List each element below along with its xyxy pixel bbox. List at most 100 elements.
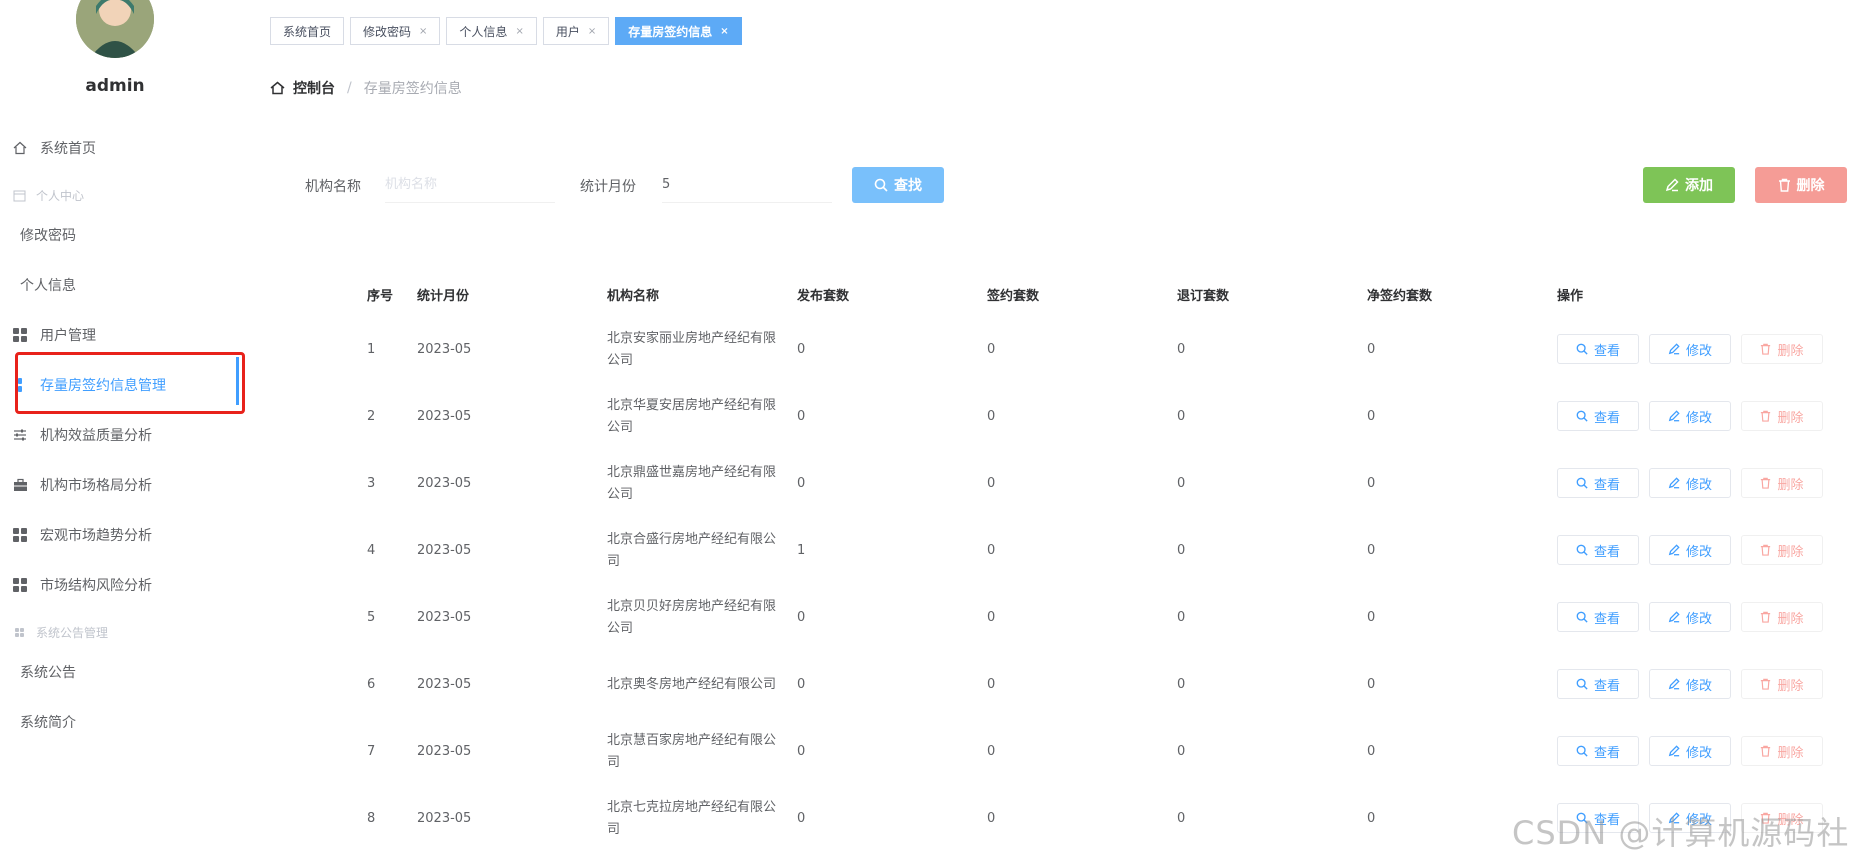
cell-cancelled: 0: [1177, 476, 1186, 491]
cell-month: 2023-05: [417, 811, 472, 826]
sidebar-item-label: 系统简介: [20, 715, 76, 731]
edit-button[interactable]: 修改: [1649, 468, 1731, 498]
edit-button[interactable]: 修改: [1649, 736, 1731, 766]
sidebar-item-efficiency-analysis[interactable]: 机构效益质量分析: [12, 415, 152, 455]
view-button[interactable]: 查看: [1557, 401, 1639, 431]
cell-published: 0: [797, 677, 806, 692]
add-button[interactable]: 添加: [1643, 167, 1735, 203]
sidebar-item-label: 修改密码: [20, 228, 76, 244]
delete-button[interactable]: 删除: [1741, 401, 1823, 431]
cell-org: 北京安家丽业房地产经纪有限公司: [607, 330, 777, 368]
edit-button[interactable]: 修改: [1649, 669, 1731, 699]
tab-profile[interactable]: 个人信息 ×: [446, 17, 537, 45]
delete-button[interactable]: 删除: [1741, 334, 1823, 364]
delete-button-label: 删除: [1777, 477, 1804, 493]
cell-no: 7: [367, 744, 376, 759]
grid-icon: [12, 327, 28, 343]
table-row: 5 2023-05 北京贝贝好房房地产经纪有限公司 0 0 0 0 查看 修改 删除: [355, 584, 1835, 651]
tab-bar: 系统首页 修改密码 × 个人信息 × 用户 × 存量房签约信息 ×: [270, 17, 742, 45]
delete-button[interactable]: 删除: [1741, 535, 1823, 565]
sidebar-item-market-pattern[interactable]: 机构市场格局分析: [12, 465, 152, 505]
edit-icon: [1668, 410, 1680, 422]
sidebar: admin 系统首页 个人中心 修改密码 个人信息 用户管理 存量房签约信息管理…: [0, 0, 250, 862]
view-button[interactable]: 查看: [1557, 736, 1639, 766]
cell-published: 0: [797, 476, 806, 491]
batch-delete-button[interactable]: 删除: [1755, 167, 1847, 203]
edit-button[interactable]: 修改: [1649, 602, 1731, 632]
tab-contract-info[interactable]: 存量房签约信息 ×: [615, 17, 742, 45]
tab-change-password[interactable]: 修改密码 ×: [350, 17, 441, 45]
edit-button[interactable]: 修改: [1649, 334, 1731, 364]
find-button[interactable]: 查找: [852, 167, 944, 203]
breadcrumb-root[interactable]: 控制台: [293, 78, 335, 98]
org-name-input[interactable]: [385, 167, 555, 203]
column-header: 操作: [1557, 288, 1584, 304]
sidebar-item-macro-trend[interactable]: 宏观市场趋势分析: [12, 515, 152, 555]
cell-published: 1: [797, 543, 806, 558]
cell-published: 0: [797, 811, 806, 826]
watermark: CSDN @计算机源码社: [1512, 814, 1850, 852]
table-row: 1 2023-05 北京安家丽业房地产经纪有限公司 0 0 0 0 查看 修改 删除: [355, 316, 1835, 383]
home-icon[interactable]: [270, 81, 285, 95]
view-button[interactable]: 查看: [1557, 669, 1639, 699]
tab-home[interactable]: 系统首页: [270, 17, 345, 45]
sidebar-group-announcement[interactable]: 系统公告管理: [12, 620, 108, 644]
sidebar-item-about[interactable]: 系统简介: [20, 702, 76, 742]
sliders-icon: [12, 427, 28, 443]
search-icon: [1576, 745, 1588, 757]
avatar[interactable]: [76, 0, 154, 58]
view-button[interactable]: 查看: [1557, 602, 1639, 632]
cell-signed: 0: [987, 677, 996, 692]
cell-month: 2023-05: [417, 610, 472, 625]
table-row: 4 2023-05 北京合盛行房地产经纪有限公司 1 0 0 0 查看 修改 删除: [355, 517, 1835, 584]
month-label: 统计月份: [580, 179, 636, 195]
month-input[interactable]: [662, 167, 832, 203]
view-button-label: 查看: [1593, 544, 1620, 560]
close-icon[interactable]: ×: [720, 26, 728, 37]
cell-signed: 0: [987, 744, 996, 759]
sidebar-item-label: 机构市场格局分析: [40, 478, 152, 494]
trash-icon: [1760, 343, 1771, 355]
cell-net: 0: [1367, 543, 1376, 558]
edit-button[interactable]: 修改: [1649, 535, 1731, 565]
delete-button[interactable]: 删除: [1741, 602, 1823, 632]
edit-icon: [1668, 343, 1680, 355]
find-button-label: 查找: [894, 178, 922, 194]
edit-button-label: 修改: [1685, 544, 1712, 560]
cell-signed: 0: [987, 409, 996, 424]
sidebar-item-label: 系统首页: [40, 141, 96, 157]
view-button[interactable]: 查看: [1557, 334, 1639, 364]
close-icon[interactable]: ×: [515, 26, 523, 37]
sidebar-group-personal[interactable]: 个人中心: [12, 183, 84, 207]
column-header: 发布套数: [797, 288, 850, 304]
cell-org: 北京鼎盛世嘉房地产经纪有限公司: [607, 464, 777, 502]
cell-no: 3: [367, 476, 376, 491]
trash-icon: [1760, 678, 1771, 690]
sidebar-item-home[interactable]: 系统首页: [12, 128, 96, 168]
column-header: 签约套数: [987, 288, 1040, 304]
trash-icon: [1760, 611, 1771, 623]
close-icon[interactable]: ×: [419, 26, 427, 37]
table-row: 7 2023-05 北京慧百家房地产经纪有限公司 0 0 0 0 查看 修改 删除: [355, 718, 1835, 785]
view-button-label: 查看: [1593, 410, 1620, 426]
view-button-label: 查看: [1593, 745, 1620, 761]
username: admin: [85, 76, 145, 96]
delete-button[interactable]: 删除: [1741, 468, 1823, 498]
edit-button[interactable]: 修改: [1649, 401, 1731, 431]
column-header: 统计月份: [417, 288, 470, 304]
batch-delete-button-label: 删除: [1796, 178, 1825, 194]
cell-published: 0: [797, 610, 806, 625]
trash-icon: [1778, 178, 1791, 192]
view-button[interactable]: 查看: [1557, 468, 1639, 498]
sidebar-item-structure-risk[interactable]: 市场结构风险分析: [12, 565, 152, 605]
sidebar-item-user-management[interactable]: 用户管理: [12, 315, 96, 355]
delete-button[interactable]: 删除: [1741, 669, 1823, 699]
close-icon[interactable]: ×: [588, 26, 596, 37]
sidebar-item-profile[interactable]: 个人信息: [20, 265, 76, 305]
sidebar-item-change-password[interactable]: 修改密码: [20, 215, 76, 255]
delete-button[interactable]: 删除: [1741, 736, 1823, 766]
sidebar-item-announcements[interactable]: 系统公告: [20, 652, 76, 692]
tab-user[interactable]: 用户 ×: [542, 17, 610, 45]
sidebar-item-label: 市场结构风险分析: [40, 578, 152, 594]
view-button[interactable]: 查看: [1557, 535, 1639, 565]
